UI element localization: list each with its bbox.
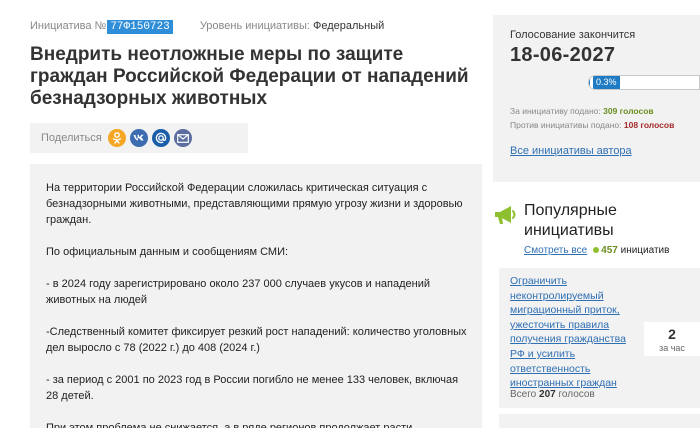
popular-card-total-label: Всего <box>510 389 537 400</box>
initiative-paragraph: По официальным данным и сообщениям СМИ: <box>46 246 289 258</box>
initiative-paragraph: На территории Российской Федерации сложи… <box>46 182 463 226</box>
initiative-level-value: Федеральный <box>312 20 385 32</box>
popular-card-rate-unit: за час <box>659 343 685 353</box>
popular-card-rate: 2 за час <box>644 322 700 356</box>
initiative-paragraph: - за период с 2001 по 2023 год в России … <box>46 374 459 402</box>
voting-progress-bar: 0.3% <box>588 75 700 90</box>
votes-for-label: За инициативу подано: <box>510 106 601 116</box>
initiative-text: На территории Российской Федерации сложи… <box>30 164 482 428</box>
votes-against: Против инициативы подано: 108 голосов <box>510 120 674 130</box>
votes-for-value: 309 голосов <box>603 106 654 116</box>
share-bar: Поделиться <box>30 123 248 153</box>
see-all-link[interactable]: Смотреть все <box>524 245 587 256</box>
popular-subline: Смотреть все 457 инициатив <box>524 245 669 256</box>
voting-end-date: 18-06-2027 <box>510 44 616 66</box>
popular-card-total: Всего 207 голосов <box>510 389 595 400</box>
initiative-level-label: Уровень инициативы: <box>199 20 310 32</box>
votes-against-value: 108 голосов <box>623 120 675 130</box>
initiative-paragraph: При этом проблема не снижается, а в ряде… <box>46 422 416 428</box>
envelope-icon[interactable] <box>173 129 192 147</box>
voting-ends-label: Голосование закончится <box>510 29 636 41</box>
popular-card-link[interactable]: Ограничить неконтролируемый миграционный… <box>510 274 635 391</box>
voting-panel: Голосование закончится 18-06-2027 0.3% З… <box>493 15 700 182</box>
vkontakte-icon[interactable] <box>129 129 148 147</box>
popular-count-suffix: инициатив <box>620 245 670 256</box>
megaphone-icon <box>495 206 516 224</box>
votes-for: За инициативу подано: 309 голосов <box>510 106 654 116</box>
initiative-main: Инициатива № 77Ф150723 Уровень инициативы… <box>30 0 482 428</box>
initiative-title: Внедрить неотложные меры по защите гражд… <box>30 44 469 109</box>
odnoklassniki-icon[interactable] <box>107 129 126 147</box>
mail-at-icon[interactable] <box>151 129 170 147</box>
status-dot-icon <box>593 247 600 253</box>
initiative-number: 77Ф150723 <box>107 20 173 34</box>
popular-card-total-suffix: голосов <box>558 389 595 400</box>
initiative-number-label: Инициатива № <box>30 20 107 32</box>
popular-card-next <box>499 414 700 428</box>
popular-count: 457 <box>601 245 618 256</box>
initiative-paragraph: - в 2024 году зарегистрировано около 237… <box>46 278 431 306</box>
popular-card-total-value: 207 <box>539 389 556 400</box>
voting-progress-text: 0.3% <box>593 76 620 89</box>
popular-title: Популярные инициативы <box>524 202 617 239</box>
votes-against-label: Против инициативы подано: <box>510 120 622 130</box>
voting-box: Голосование закончится 18-06-2027 0.3% З… <box>493 15 700 182</box>
initiative-meta: Инициатива № 77Ф150723 Уровень инициативы… <box>30 20 384 34</box>
initiative-paragraph: -Следственный комитет фиксирует резкий р… <box>46 326 467 354</box>
popular-card: Ограничить неконтролируемый миграционный… <box>499 268 700 408</box>
author-initiatives-link[interactable]: Все инициативы автора <box>510 145 632 157</box>
popular-card-rate-number: 2 <box>668 326 676 342</box>
share-label: Поделиться <box>41 132 102 144</box>
